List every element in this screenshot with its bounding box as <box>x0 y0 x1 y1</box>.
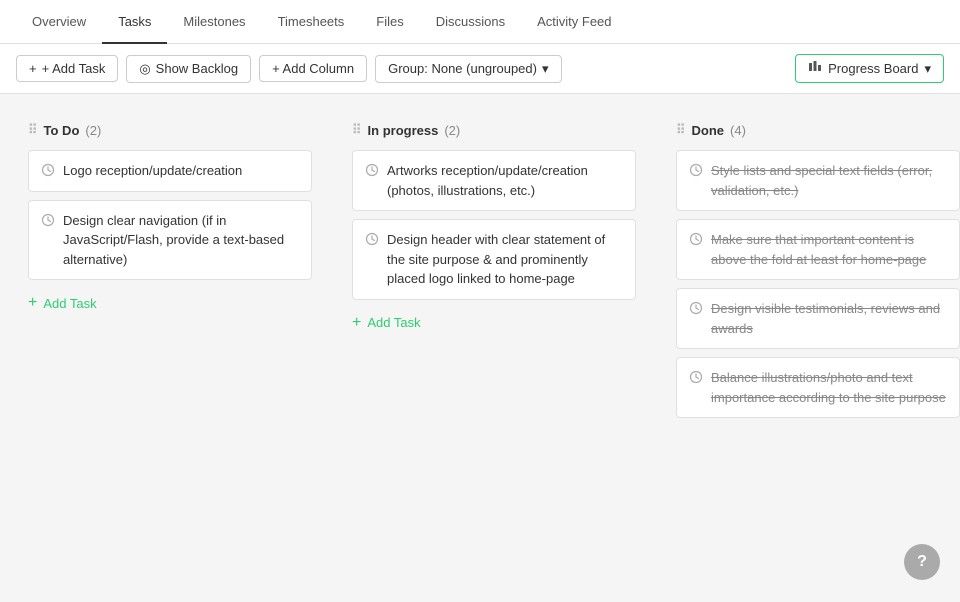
chevron-down-icon: ▾ <box>542 61 549 77</box>
clock-icon <box>689 163 703 177</box>
task-text: Logo reception/update/creation <box>63 161 242 181</box>
tab-activity-feed[interactable]: Activity Feed <box>521 0 627 44</box>
column-title: In progress <box>368 123 439 138</box>
column-done: ⠿ Done (4) Style lists and special text … <box>664 110 960 586</box>
tab-milestones[interactable]: Milestones <box>167 0 261 44</box>
add-task-button[interactable]: + + Add Task <box>16 55 118 82</box>
plus-icon: + <box>29 61 37 76</box>
column-header-todo: ⠿ To Do (2) <box>28 122 312 138</box>
column-inprogress: ⠿ In progress (2) Artworks reception/upd… <box>340 110 648 586</box>
column-todo: ⠿ To Do (2) Logo reception/update/creati… <box>16 110 324 586</box>
column-header-done: ⠿ Done (4) <box>676 122 960 138</box>
tab-tasks[interactable]: Tasks <box>102 0 167 44</box>
column-count: (2) <box>444 123 460 138</box>
task-text: Make sure that important content is abov… <box>711 230 947 269</box>
group-label: Group: None (ungrouped) <box>388 61 537 76</box>
column-count: (2) <box>85 123 101 138</box>
tab-files[interactable]: Files <box>360 0 419 44</box>
task-card[interactable]: Make sure that important content is abov… <box>676 219 960 280</box>
add-task-link[interactable]: + Add Task <box>28 290 312 316</box>
tab-discussions[interactable]: Discussions <box>420 0 521 44</box>
clock-icon <box>689 370 703 384</box>
task-text: Artworks reception/update/creation (phot… <box>387 161 623 200</box>
add-column-label: + Add Column <box>272 61 354 76</box>
task-card[interactable]: Style lists and special text fields (err… <box>676 150 960 211</box>
drag-handle-icon: ⠿ <box>676 122 686 138</box>
progress-board-label: Progress Board <box>828 61 918 76</box>
group-button[interactable]: Group: None (ungrouped) ▾ <box>375 55 561 83</box>
clock-icon <box>365 163 379 177</box>
tab-timesheets[interactable]: Timesheets <box>262 0 361 44</box>
task-text: Design header with clear statement of th… <box>387 230 623 289</box>
column-count: (4) <box>730 123 746 138</box>
task-card[interactable]: Logo reception/update/creation <box>28 150 312 192</box>
task-text: Balance illustrations/photo and text imp… <box>711 368 947 407</box>
progress-board-icon <box>808 60 822 77</box>
toolbar: + + Add Task ◎ Show Backlog + Add Column… <box>0 44 960 94</box>
clock-icon <box>689 232 703 246</box>
column-title: Done <box>692 123 725 138</box>
add-task-link[interactable]: + Add Task <box>352 310 636 336</box>
add-task-link-label: Add Task <box>43 296 96 311</box>
task-card[interactable]: Artworks reception/update/creation (phot… <box>352 150 636 211</box>
clock-icon <box>365 232 379 246</box>
plus-icon: + <box>28 294 37 312</box>
eye-icon: ◎ <box>139 61 150 77</box>
task-card[interactable]: Balance illustrations/photo and text imp… <box>676 357 960 418</box>
task-card[interactable]: Design header with clear statement of th… <box>352 219 636 300</box>
progress-board-button[interactable]: Progress Board ▾ <box>795 54 944 83</box>
clock-icon <box>41 163 55 177</box>
show-backlog-button[interactable]: ◎ Show Backlog <box>126 55 251 83</box>
nav-tabs: OverviewTasksMilestonesTimesheetsFilesDi… <box>0 0 960 44</box>
drag-handle-icon: ⠿ <box>352 122 362 138</box>
show-backlog-label: Show Backlog <box>156 61 238 76</box>
question-mark-icon: ? <box>917 553 927 571</box>
help-button[interactable]: ? <box>904 544 940 580</box>
column-title: To Do <box>44 123 80 138</box>
board: ⠿ To Do (2) Logo reception/update/creati… <box>0 94 960 602</box>
add-task-link-label: Add Task <box>367 315 420 330</box>
add-task-label: + Add Task <box>42 61 106 76</box>
task-text: Design visible testimonials, reviews and… <box>711 299 947 338</box>
clock-icon <box>689 301 703 315</box>
add-column-button[interactable]: + Add Column <box>259 55 367 82</box>
column-header-inprogress: ⠿ In progress (2) <box>352 122 636 138</box>
plus-icon: + <box>352 314 361 332</box>
task-card[interactable]: Design visible testimonials, reviews and… <box>676 288 960 349</box>
drag-handle-icon: ⠿ <box>28 122 38 138</box>
task-card[interactable]: Design clear navigation (if in JavaScrip… <box>28 200 312 281</box>
tab-overview[interactable]: Overview <box>16 0 102 44</box>
task-text: Style lists and special text fields (err… <box>711 161 947 200</box>
progress-board-chevron-icon: ▾ <box>924 61 931 77</box>
task-text: Design clear navigation (if in JavaScrip… <box>63 211 299 270</box>
clock-icon <box>41 213 55 227</box>
